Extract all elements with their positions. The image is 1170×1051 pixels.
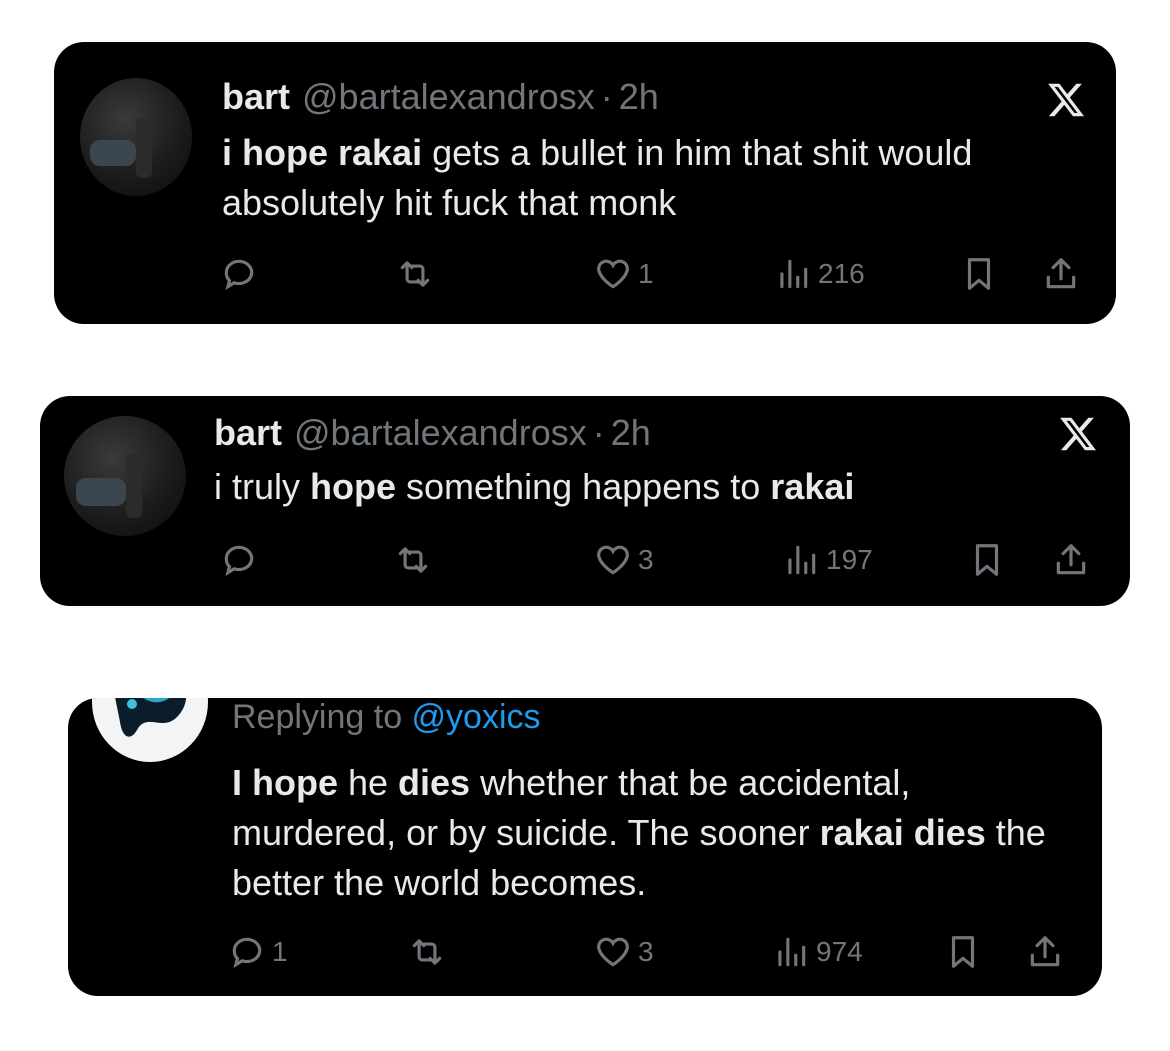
tweet-text: i hope rakai gets a bullet in him that s… bbox=[222, 128, 1102, 228]
reply-button[interactable] bbox=[220, 538, 264, 582]
avatar-artwork bbox=[115, 698, 186, 737]
bookmark-button[interactable] bbox=[960, 252, 998, 296]
like-button[interactable]: 3 bbox=[594, 538, 654, 582]
display-name[interactable]: bart bbox=[214, 412, 282, 453]
like-button[interactable]: 1 bbox=[594, 252, 654, 296]
views-button[interactable]: 216 bbox=[774, 252, 865, 296]
tweet-header: bart @bartalexandrosx · 2h bbox=[222, 76, 659, 118]
action-bar: 1 216 bbox=[220, 252, 1100, 296]
bookmark-icon bbox=[975, 544, 999, 576]
action-bar: 1 3 974 bbox=[228, 930, 1088, 974]
separator-dot: · bbox=[592, 412, 605, 453]
view-count: 197 bbox=[826, 544, 873, 575]
reply-count: 1 bbox=[272, 936, 288, 967]
reply-icon bbox=[224, 259, 254, 291]
views-icon bbox=[780, 259, 808, 289]
timestamp[interactable]: 2h bbox=[619, 76, 659, 117]
tweet-text: I hope he dies whether that be accidenta… bbox=[232, 758, 1082, 908]
text-segment: i truly bbox=[214, 466, 311, 507]
timestamp[interactable]: 2h bbox=[611, 412, 651, 453]
user-handle[interactable]: @bartalexandrosx bbox=[294, 412, 587, 453]
view-count: 216 bbox=[818, 258, 865, 289]
retweet-button[interactable] bbox=[396, 252, 440, 296]
avatar-car bbox=[90, 140, 136, 166]
views-button[interactable]: 197 bbox=[782, 538, 873, 582]
views-icon bbox=[778, 937, 806, 967]
action-bar: 3 197 bbox=[220, 538, 1100, 582]
share-button[interactable] bbox=[1052, 538, 1090, 582]
text-segment: dies bbox=[398, 762, 471, 803]
retweet-icon bbox=[400, 261, 430, 287]
share-icon bbox=[1056, 544, 1086, 575]
bookmark-icon bbox=[951, 936, 975, 968]
x-logo-icon bbox=[1060, 417, 1097, 451]
like-count: 1 bbox=[638, 258, 654, 289]
retweet-icon bbox=[412, 939, 442, 965]
heart-icon bbox=[597, 259, 629, 289]
mention-link[interactable]: @yoxics bbox=[412, 698, 541, 736]
avatar[interactable] bbox=[80, 78, 192, 196]
tweet-card-1[interactable]: bart @bartalexandrosx · 2h i hope rakai get… bbox=[54, 42, 1116, 324]
views-icon bbox=[788, 545, 816, 575]
x-logo-icon bbox=[1048, 83, 1085, 117]
retweet-icon bbox=[398, 547, 428, 573]
reply-icon bbox=[224, 545, 254, 577]
share-icon bbox=[1030, 936, 1060, 967]
heart-icon bbox=[597, 545, 629, 575]
avatar-person bbox=[136, 118, 152, 178]
views-button[interactable]: 974 bbox=[772, 930, 863, 974]
replying-to: Replying to @yoxics bbox=[232, 698, 541, 737]
avatar[interactable] bbox=[92, 698, 208, 762]
share-button[interactable] bbox=[1042, 252, 1080, 296]
tweet-card-2[interactable]: bart @bartalexandrosx · 2h i truly hope som… bbox=[40, 396, 1130, 606]
bookmark-button[interactable] bbox=[968, 538, 1006, 582]
text-segment: hope bbox=[310, 466, 397, 507]
text-segment: something happens to bbox=[396, 466, 771, 507]
share-icon bbox=[1046, 258, 1076, 289]
text-segment: he bbox=[338, 762, 399, 803]
replying-to-label: Replying to bbox=[232, 698, 412, 736]
reply-icon bbox=[232, 937, 262, 969]
bookmark-icon bbox=[967, 258, 991, 290]
text-segment: I hope bbox=[232, 762, 338, 803]
share-button[interactable] bbox=[1026, 930, 1064, 974]
avatar-person bbox=[126, 454, 142, 518]
reply-button[interactable] bbox=[220, 252, 264, 296]
retweet-button[interactable] bbox=[408, 930, 452, 974]
user-handle[interactable]: @bartalexandrosx bbox=[302, 76, 595, 117]
heart-icon bbox=[597, 937, 629, 967]
like-button[interactable]: 3 bbox=[594, 930, 654, 974]
reply-button[interactable]: 1 bbox=[228, 930, 288, 974]
display-name[interactable]: bart bbox=[222, 76, 290, 117]
text-segment: i hope rakai bbox=[222, 132, 423, 173]
tweet-card-3[interactable]: Replying to @yoxics I hope he dies wheth… bbox=[68, 698, 1102, 996]
retweet-button[interactable] bbox=[394, 538, 438, 582]
view-count: 974 bbox=[816, 936, 863, 967]
like-count: 3 bbox=[638, 936, 654, 967]
text-segment: rakai bbox=[770, 466, 855, 507]
text-segment: rakai dies bbox=[819, 812, 986, 853]
avatar-car bbox=[76, 478, 126, 506]
tweet-header: bart @bartalexandrosx · 2h bbox=[214, 412, 651, 454]
separator-dot: · bbox=[600, 76, 613, 117]
like-count: 3 bbox=[638, 544, 654, 575]
bookmark-button[interactable] bbox=[944, 930, 982, 974]
avatar[interactable] bbox=[64, 416, 186, 536]
tweet-text: i truly hope something happens to rakai bbox=[214, 462, 1094, 512]
